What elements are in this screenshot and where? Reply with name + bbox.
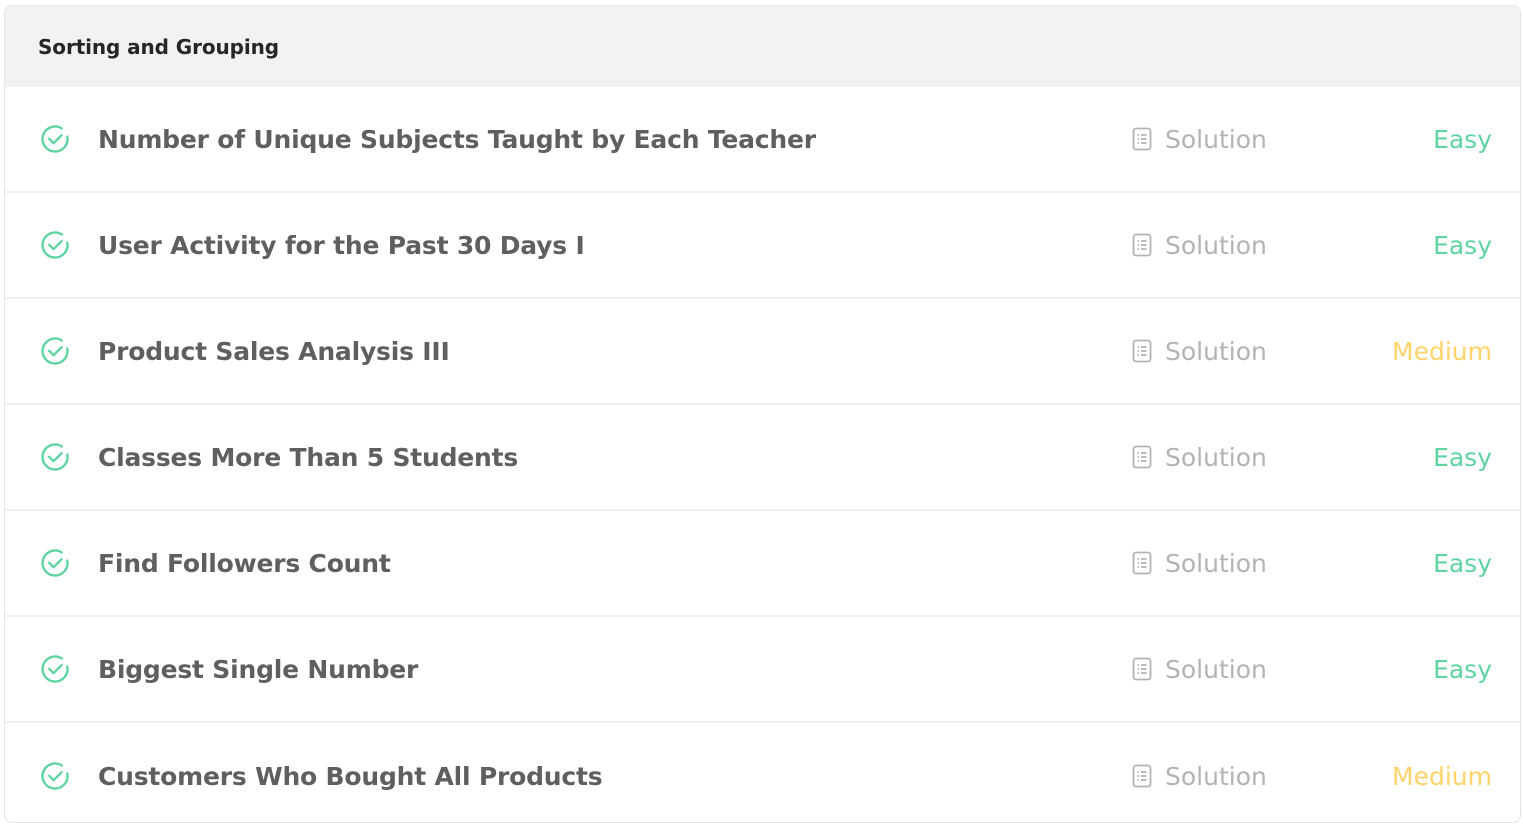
check-circle-icon: [38, 228, 72, 262]
solution-label: Solution: [1165, 230, 1267, 260]
difficulty-badge: Easy: [1433, 230, 1492, 260]
section-header[interactable]: Sorting and Grouping: [5, 6, 1520, 87]
document-list-icon: [1131, 657, 1153, 681]
document-list-icon: [1131, 764, 1153, 788]
solution-label: Solution: [1165, 654, 1267, 684]
problem-row[interactable]: Product Sales Analysis III Solution Medi…: [5, 299, 1520, 405]
problem-title[interactable]: User Activity for the Past 30 Days I: [98, 231, 585, 260]
problem-row[interactable]: User Activity for the Past 30 Days I Sol…: [5, 193, 1520, 299]
problem-row[interactable]: Number of Unique Subjects Taught by Each…: [5, 87, 1520, 193]
solution-link[interactable]: Solution: [1131, 337, 1267, 366]
solution-label: Solution: [1165, 761, 1267, 791]
problem-title[interactable]: Customers Who Bought All Products: [98, 762, 603, 791]
check-circle-icon: [38, 652, 72, 686]
check-circle-icon: [38, 546, 72, 580]
check-circle-icon: [38, 759, 72, 793]
problem-title[interactable]: Biggest Single Number: [98, 655, 418, 684]
solution-link[interactable]: Solution: [1131, 125, 1267, 154]
study-plan-section: Sorting and Grouping Number of Unique Su…: [4, 5, 1521, 823]
problem-title[interactable]: Number of Unique Subjects Taught by Each…: [98, 125, 816, 154]
problem-row[interactable]: Find Followers Count Solution Easy: [5, 511, 1520, 617]
solution-label: Solution: [1165, 442, 1267, 472]
solution-label: Solution: [1165, 548, 1267, 578]
document-list-icon: [1131, 551, 1153, 575]
difficulty-badge: Medium: [1392, 336, 1492, 366]
difficulty-badge: Easy: [1433, 654, 1492, 684]
solution-label: Solution: [1165, 336, 1267, 366]
difficulty-badge: Easy: [1433, 124, 1492, 154]
document-list-icon: [1131, 127, 1153, 151]
problem-row[interactable]: Classes More Than 5 Students Solution Ea…: [5, 405, 1520, 511]
solution-link[interactable]: Solution: [1131, 443, 1267, 472]
problem-row[interactable]: Customers Who Bought All Products Soluti…: [5, 723, 1520, 822]
solution-link[interactable]: Solution: [1131, 549, 1267, 578]
solution-link[interactable]: Solution: [1131, 231, 1267, 260]
problem-title[interactable]: Find Followers Count: [98, 549, 391, 578]
check-circle-icon: [38, 334, 72, 368]
check-circle-icon: [38, 440, 72, 474]
problem-row[interactable]: Biggest Single Number Solution Easy: [5, 617, 1520, 723]
document-list-icon: [1131, 445, 1153, 469]
problem-title[interactable]: Classes More Than 5 Students: [98, 443, 518, 472]
section-title: Sorting and Grouping: [38, 34, 279, 59]
solution-link[interactable]: Solution: [1131, 655, 1267, 684]
document-list-icon: [1131, 233, 1153, 257]
solution-label: Solution: [1165, 124, 1267, 154]
solution-link[interactable]: Solution: [1131, 762, 1267, 791]
difficulty-badge: Easy: [1433, 548, 1492, 578]
difficulty-badge: Easy: [1433, 442, 1492, 472]
problem-list: Number of Unique Subjects Taught by Each…: [5, 87, 1520, 822]
problem-title[interactable]: Product Sales Analysis III: [98, 337, 450, 366]
difficulty-badge: Medium: [1392, 761, 1492, 791]
document-list-icon: [1131, 339, 1153, 363]
check-circle-icon: [38, 122, 72, 156]
